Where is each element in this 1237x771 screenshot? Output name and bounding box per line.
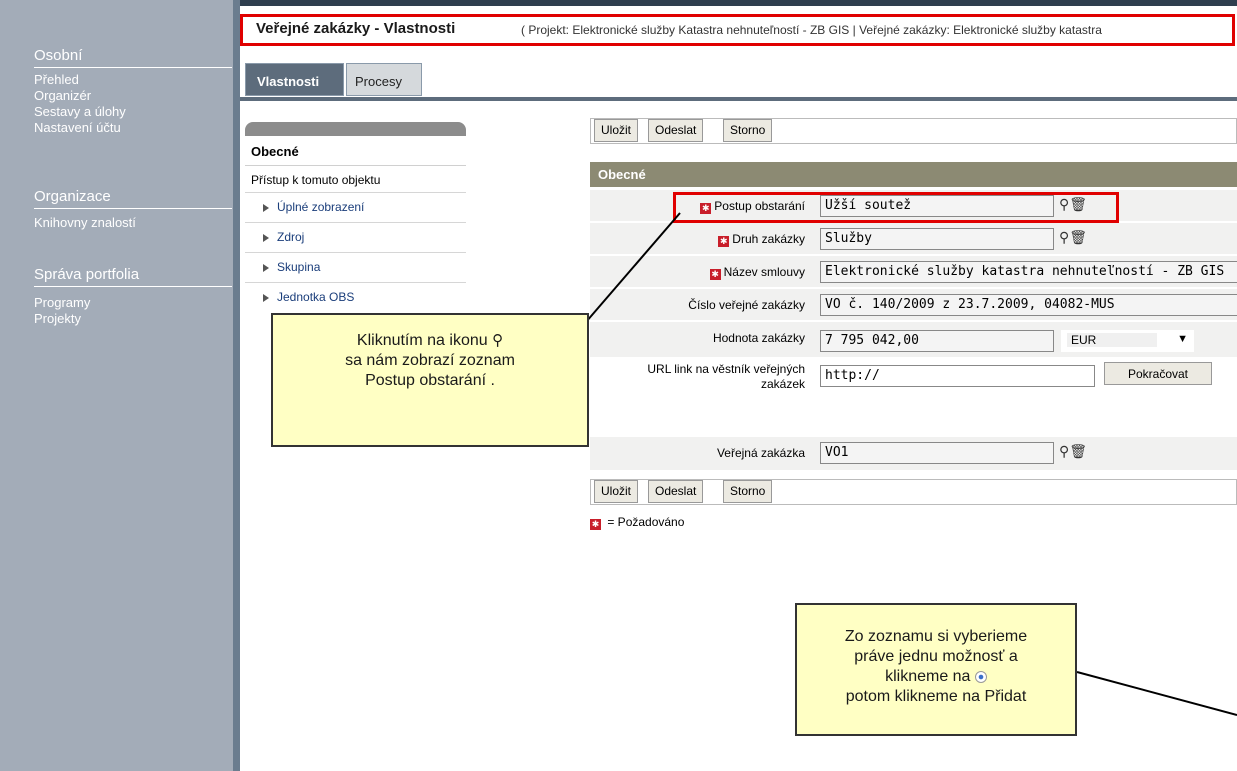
page: Osobní Přehled Organizér Sestavy a úlohy… [0,0,1237,771]
callout-line: potom klikneme na Přidat [845,688,1027,705]
callout-line: Kliknutím na ikonu [356,332,488,349]
callout-binoculars: Kliknutím na ikonu ⚲ sa nám zobrazí zozn… [271,313,589,447]
callout-line: práve jednu možnosť a [854,648,1018,665]
callout-select: Zo zoznamu si vyberieme práve jednu možn… [795,603,1077,736]
binoculars-icon: ⚲ [492,332,504,349]
callout-line: sa nám zobrazí zoznam [345,352,515,369]
callout-line: Postup obstarání . [365,372,495,389]
callout-line: klikneme na [885,668,971,685]
callout-line: Zo zoznamu si vyberieme [844,628,1028,645]
radio-icon [974,670,987,683]
